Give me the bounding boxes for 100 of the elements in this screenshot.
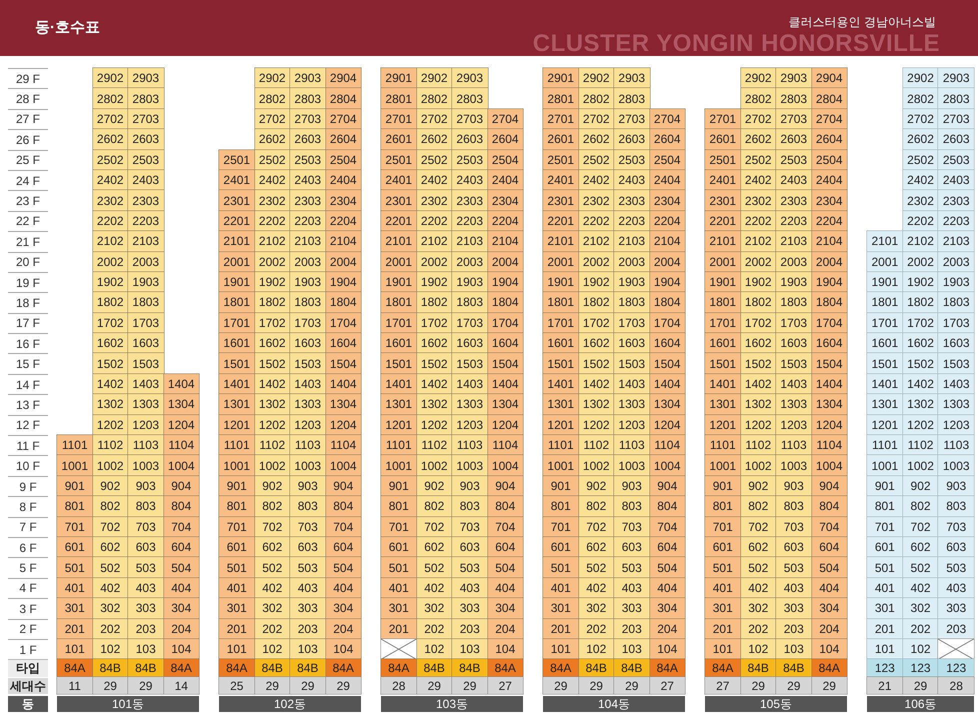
unit-cell: 2603: [128, 129, 164, 150]
floor-label: 12 F: [8, 414, 48, 436]
unit-cell: 1202: [254, 414, 290, 436]
unit-cell: 1403: [614, 374, 650, 394]
floor-label: 28 F: [8, 88, 48, 109]
unit-cell: 1104: [488, 435, 523, 456]
unit-cell: 601: [219, 536, 254, 558]
unit-cell: 1902: [254, 272, 290, 292]
unit-cell: 502: [902, 557, 938, 578]
unit-cell: 603: [128, 536, 164, 558]
unit-cell: 2202: [902, 210, 938, 232]
unit-cell: 103: [128, 638, 164, 660]
unit-cell: 1901: [867, 272, 903, 292]
unit-cell: 201: [381, 618, 416, 639]
unit-cell: 2702: [578, 108, 614, 130]
household-count-cell: 29: [543, 676, 578, 694]
unit-cell: 2603: [614, 129, 650, 150]
unit-type-cell: 84B: [416, 659, 452, 677]
unit-cell: 2503: [290, 150, 326, 170]
unit-cell: 1304: [812, 394, 847, 415]
unit-cell: 404: [326, 578, 361, 598]
unit-cell: 2101: [705, 231, 740, 252]
unit-cell: 1204: [326, 414, 361, 436]
unit-cell: 1803: [938, 292, 974, 313]
unit-cell: 2704: [812, 108, 847, 130]
unit-cell: 1604: [326, 333, 361, 354]
unit-cell: 1104: [164, 435, 199, 456]
unit-cell: 1501: [867, 353, 903, 374]
unit-cell: 703: [128, 516, 164, 537]
unit-cell: 1602: [578, 333, 614, 354]
unit-cell: 1201: [381, 414, 416, 436]
unit-cell: 302: [740, 598, 776, 619]
unit-cell: 2002: [902, 252, 938, 272]
floor-label: 27 F: [8, 108, 48, 130]
household-count-cell: 29: [128, 676, 164, 694]
unit-cell: 103: [290, 638, 326, 660]
unit-cell: 501: [219, 557, 254, 578]
unit-cell: 401: [543, 578, 578, 598]
unit-cell: 2102: [92, 231, 128, 252]
unit-cell: 2704: [326, 108, 361, 130]
unit-cell: 1703: [452, 312, 488, 334]
unit-cell: 602: [416, 536, 452, 558]
unit-cell: 2401: [543, 170, 578, 190]
unit-cell: 2004: [488, 252, 523, 272]
unit-cell: 1503: [128, 353, 164, 374]
unit-cell: 1804: [650, 292, 685, 313]
unit-cell: 1803: [290, 292, 326, 313]
unit-type-cell: 84B: [92, 659, 128, 677]
unit-cell: 1003: [614, 455, 650, 476]
unit-cell: 2301: [381, 190, 416, 211]
unit-cell: 1401: [543, 374, 578, 394]
unit-cell: 2203: [776, 210, 812, 232]
unit-cell: 101: [219, 638, 254, 660]
unit-cell: 1502: [416, 353, 452, 374]
unit-cell: 1102: [416, 435, 452, 456]
unit-cell: 101: [867, 638, 903, 660]
unit-cell: 1602: [254, 333, 290, 354]
unit-cell: 2703: [290, 108, 326, 130]
unit-cell: 601: [381, 536, 416, 558]
unit-cell: 2302: [578, 190, 614, 211]
floor-label: 19 F: [8, 272, 48, 292]
unit-cell: 301: [867, 598, 903, 619]
unit-cell: 1603: [776, 333, 812, 354]
unit-cell: 2104: [488, 231, 523, 252]
unit-cell: 2801: [381, 88, 416, 109]
unit-cell: 1801: [219, 292, 254, 313]
unit-cell: 2003: [290, 252, 326, 272]
floor-label: 4 F: [8, 578, 48, 598]
unit-cell: 301: [543, 598, 578, 619]
unit-cell: 401: [57, 578, 92, 598]
unit-cell: 2001: [543, 252, 578, 272]
household-row-label: 세대수: [8, 676, 48, 694]
unit-cell: 902: [578, 476, 614, 496]
unit-cell: 604: [650, 536, 685, 558]
unit-cell: 1904: [650, 272, 685, 292]
unit-cell: 604: [326, 536, 361, 558]
household-count-cell: 29: [416, 676, 452, 694]
unit-cell: 1404: [164, 374, 199, 394]
unit-cell: 2503: [776, 150, 812, 170]
unit-cell: 703: [938, 516, 974, 537]
unit-cell: 1304: [650, 394, 685, 415]
unit-cell: 1503: [776, 353, 812, 374]
unit-cell: 204: [326, 618, 361, 639]
unit-cell: 1802: [578, 292, 614, 313]
unit-cell: 2003: [776, 252, 812, 272]
unit-cell: 2503: [938, 150, 974, 170]
unit-cell: 1003: [290, 455, 326, 476]
unit-cell: 902: [902, 476, 938, 496]
unit-cell: 601: [867, 536, 903, 558]
unit-cell: 1103: [776, 435, 812, 456]
unit-cell: 2501: [219, 150, 254, 170]
unit-type-cell: 84A: [650, 659, 685, 677]
unit-cell: 1101: [219, 435, 254, 456]
unit-cell: 2703: [128, 108, 164, 130]
unit-cell: 303: [290, 598, 326, 619]
unit-cell: 1802: [92, 292, 128, 313]
unit-cell: 302: [416, 598, 452, 619]
unit-cell: 2101: [219, 231, 254, 252]
unit-cell: 301: [381, 598, 416, 619]
page-title: 동·호수표: [35, 18, 100, 37]
